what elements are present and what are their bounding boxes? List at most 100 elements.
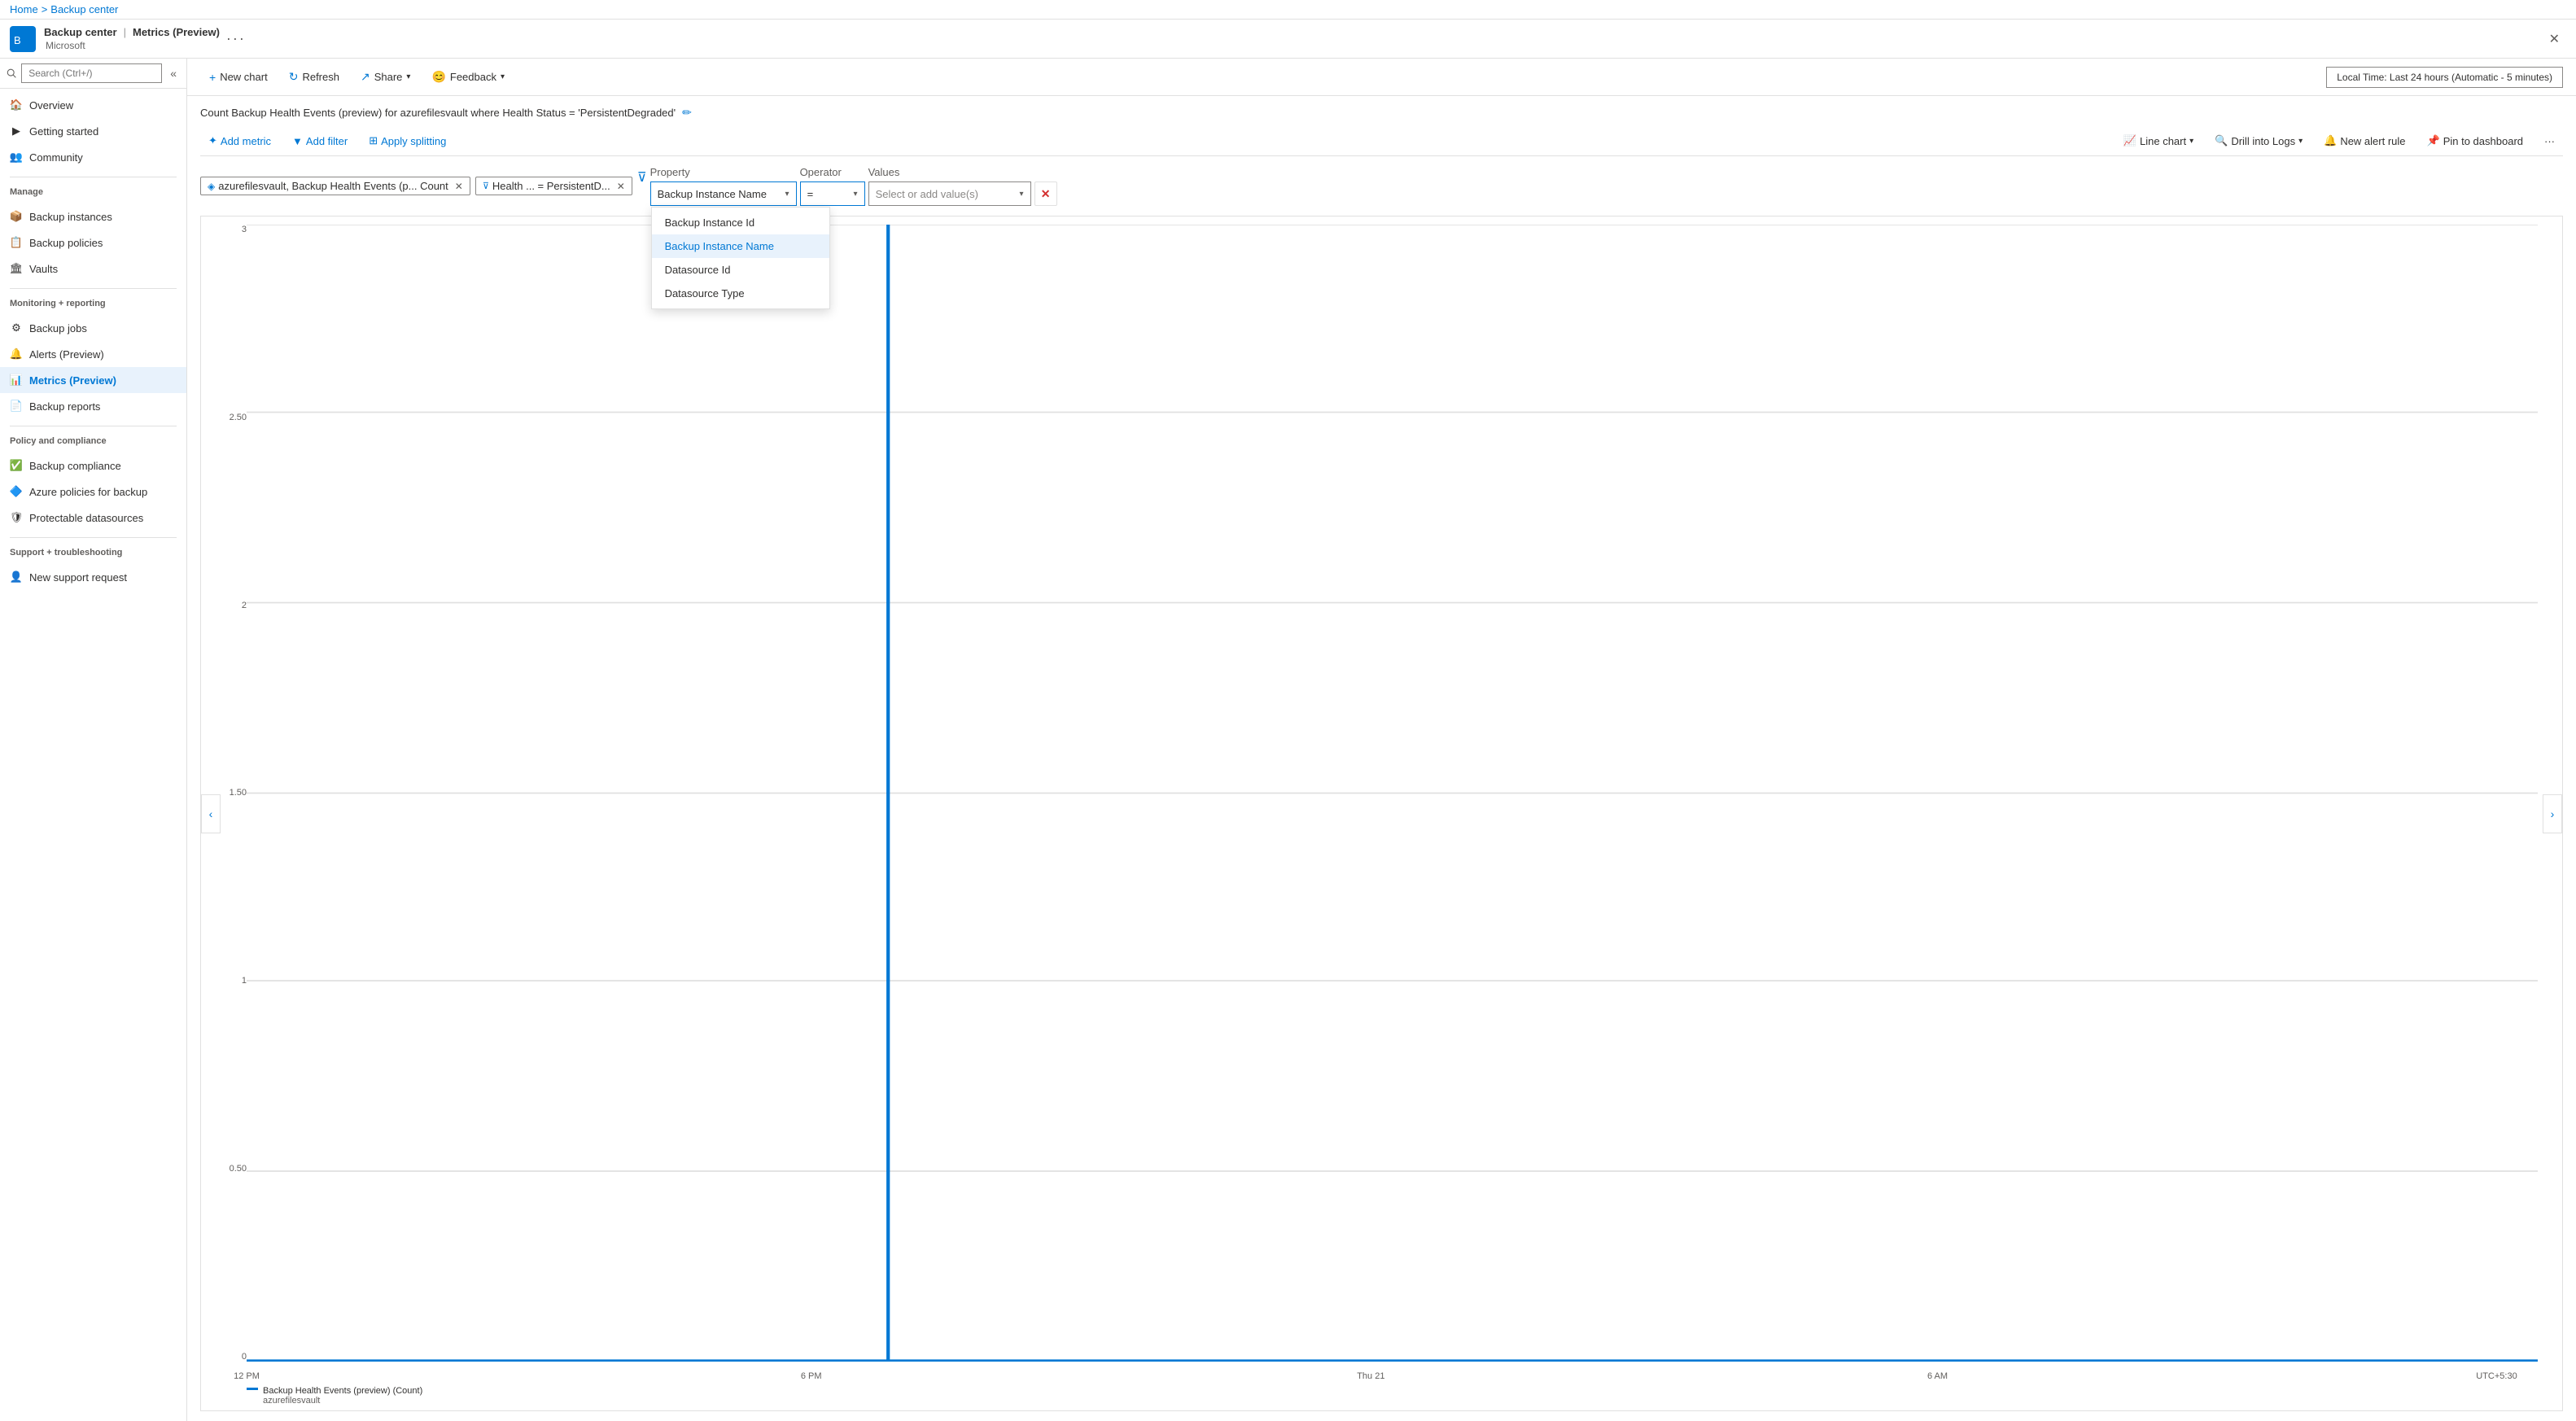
line-chart-chevron: ▾ — [2189, 137, 2193, 146]
sidebar-item-azure-policies[interactable]: 🔷 Azure policies for backup — [0, 479, 186, 505]
sidebar: « 🏠 Overview ▶ Getting started 👥 Communi… — [0, 59, 187, 1421]
time-range-button[interactable]: Local Time: Last 24 hours (Automatic - 5… — [2326, 67, 2563, 88]
backup-compliance-icon: ✅ — [10, 459, 23, 472]
dropdown-item-datasource-type[interactable]: Datasource Type — [652, 282, 829, 305]
chart-wrapper: ‹ › 3 2.50 2 1.50 1 0.50 0 — [200, 216, 2563, 1411]
x-label-6pm: 6 PM — [801, 1371, 822, 1381]
sidebar-item-label: Backup policies — [29, 237, 103, 249]
sidebar-item-alerts[interactable]: 🔔 Alerts (Preview) — [0, 341, 186, 367]
remove-health-filter-button[interactable]: ✕ — [617, 181, 625, 192]
sidebar-manage-section: 📦 Backup instances 📋 Backup policies 🏛 V… — [0, 200, 186, 285]
sidebar-item-protectable-datasources[interactable]: 🛡 Protectable datasources — [0, 505, 186, 531]
chart-nav-right-button[interactable]: › — [2543, 794, 2562, 833]
dropdown-item-backup-instance-name[interactable]: Backup Instance Name — [652, 234, 829, 258]
sidebar-item-backup-compliance[interactable]: ✅ Backup compliance — [0, 453, 186, 479]
more-chart-options-button[interactable]: ··· — [2536, 132, 2563, 151]
backup-jobs-icon: ⚙ — [10, 321, 23, 334]
feedback-chevron-icon: ▾ — [501, 72, 505, 81]
share-button[interactable]: ↗ Share ▾ — [352, 65, 419, 89]
dropdown-item-datasource-id[interactable]: Datasource Id — [652, 258, 829, 282]
pin-icon: 📌 — [2427, 134, 2440, 147]
sidebar-divider-2 — [10, 288, 177, 289]
add-filter-button[interactable]: ▼ Add filter — [284, 132, 356, 151]
filter-funnel-icon-2: ⊽ — [637, 166, 647, 186]
property-chevron-icon: ▾ — [785, 190, 789, 199]
breadcrumb-home[interactable]: Home — [10, 3, 38, 15]
feedback-button[interactable]: 😊 Feedback ▾ — [422, 65, 514, 89]
values-select-dropdown[interactable]: Select or add value(s) ▾ — [868, 181, 1031, 206]
sidebar-item-new-support-request[interactable]: 👤 New support request — [0, 564, 186, 590]
sidebar-item-overview[interactable]: 🏠 Overview — [0, 92, 186, 118]
property-filter-selects: Property Operator Values Backup Instance… — [650, 166, 1057, 206]
sidebar-item-label: Alerts (Preview) — [29, 348, 104, 361]
app-microsoft: Microsoft — [46, 40, 220, 51]
new-alert-icon: 🔔 — [2324, 134, 2337, 147]
sidebar-section-manage: Manage — [0, 181, 186, 200]
dropdown-item-backup-instance-id[interactable]: Backup Instance Id — [652, 211, 829, 234]
y-label-0-5: 0.50 — [230, 1164, 247, 1174]
splitting-icon: ⊞ — [369, 134, 378, 147]
sidebar-item-community[interactable]: 👥 Community — [0, 144, 186, 170]
line-chart-button[interactable]: 📈 Line chart ▾ — [2115, 131, 2202, 151]
x-label-utc: UTC+5:30 — [2476, 1371, 2517, 1381]
sidebar-item-label: Vaults — [29, 263, 58, 275]
breadcrumb-current: Backup center — [50, 3, 118, 15]
refresh-icon: ↻ — [289, 70, 299, 84]
sidebar-item-label: Protectable datasources — [29, 512, 143, 524]
content-area: + New chart ↻ Refresh ↗ Share ▾ 😊 Feedba… — [187, 59, 2576, 1421]
feedback-icon: 😊 — [431, 70, 445, 84]
add-metric-button[interactable]: ✦ Add metric — [200, 131, 279, 151]
operator-label: Operator — [800, 166, 865, 178]
sidebar-item-backup-reports[interactable]: 📄 Backup reports — [0, 393, 186, 419]
drill-logs-button[interactable]: 🔍 Drill into Logs ▾ — [2206, 131, 2311, 151]
sidebar-main-section: 🏠 Overview ▶ Getting started 👥 Community — [0, 89, 186, 173]
sidebar-item-backup-jobs[interactable]: ⚙ Backup jobs — [0, 315, 186, 341]
remove-metric-filter-button[interactable]: ✕ — [455, 181, 463, 192]
property-label: Property — [650, 166, 797, 178]
sidebar-monitoring-section: ⚙ Backup jobs 🔔 Alerts (Preview) 📊 Metri… — [0, 312, 186, 422]
metrics-area: Count Backup Health Events (preview) for… — [187, 96, 2576, 1421]
refresh-button[interactable]: ↻ Refresh — [280, 65, 348, 89]
chart-nav-left-button[interactable]: ‹ — [201, 794, 221, 833]
edit-chart-button[interactable]: ✏ — [682, 106, 692, 120]
apply-splitting-button[interactable]: ⊞ Apply splitting — [361, 131, 454, 151]
health-filter-tag: ⊽ Health ... = PersistentD... ✕ — [475, 177, 632, 195]
y-axis: 3 2.50 2 1.50 1 0.50 0 — [208, 225, 247, 1362]
property-select-labels: Property Operator Values — [650, 166, 1057, 178]
overview-icon: 🏠 — [10, 98, 23, 111]
y-label-1-5: 1.50 — [230, 788, 247, 798]
more-options-button[interactable]: ··· — [226, 30, 246, 47]
pin-to-dashboard-button[interactable]: 📌 Pin to dashboard — [2419, 131, 2531, 151]
search-box: « — [0, 59, 186, 89]
sidebar-item-getting-started[interactable]: ▶ Getting started — [0, 118, 186, 144]
new-alert-rule-button[interactable]: 🔔 New alert rule — [2316, 131, 2413, 151]
close-property-filter-button[interactable]: ✕ — [1034, 181, 1057, 206]
backup-reports-icon: 📄 — [10, 400, 23, 413]
close-button[interactable]: ✕ — [2543, 28, 2566, 50]
app-icon: B — [10, 26, 36, 52]
metric-filter-tag: ◈ azurefilesvault, Backup Health Events … — [200, 177, 470, 195]
sidebar-item-label: Backup instances — [29, 211, 112, 223]
sidebar-item-backup-policies[interactable]: 📋 Backup policies — [0, 230, 186, 256]
breadcrumb-sep: > — [42, 3, 48, 15]
property-dropdown-list: Backup Instance Id Backup Instance Name … — [651, 207, 830, 309]
search-icon — [7, 68, 16, 79]
collapse-sidebar-button[interactable]: « — [167, 63, 180, 83]
y-label-2-5: 2.50 — [230, 413, 247, 422]
sidebar-item-label: Community — [29, 151, 83, 164]
new-chart-icon: + — [209, 71, 216, 84]
legend-color — [247, 1388, 258, 1390]
sidebar-item-vaults[interactable]: 🏛 Vaults — [0, 256, 186, 282]
backup-policies-icon: 📋 — [10, 236, 23, 249]
new-chart-button[interactable]: + New chart — [200, 66, 277, 89]
property-select-dropdown[interactable]: Backup Instance Name ▾ Backup Instance I… — [650, 181, 797, 206]
main-layout: « 🏠 Overview ▶ Getting started 👥 Communi… — [0, 59, 2576, 1421]
search-input[interactable] — [21, 63, 162, 83]
operator-select-dropdown[interactable]: = ▾ — [800, 181, 865, 206]
sidebar-item-backup-instances[interactable]: 📦 Backup instances — [0, 203, 186, 230]
main-toolbar: + New chart ↻ Refresh ↗ Share ▾ 😊 Feedba… — [187, 59, 2576, 96]
metric-filter-text: azurefilesvault, Backup Health Events (p… — [218, 180, 448, 192]
sidebar-divider-4 — [10, 537, 177, 538]
sidebar-item-metrics[interactable]: 📊 Metrics (Preview) — [0, 367, 186, 393]
filter-right-buttons: 📈 Line chart ▾ 🔍 Drill into Logs ▾ 🔔 New… — [2115, 131, 2563, 151]
